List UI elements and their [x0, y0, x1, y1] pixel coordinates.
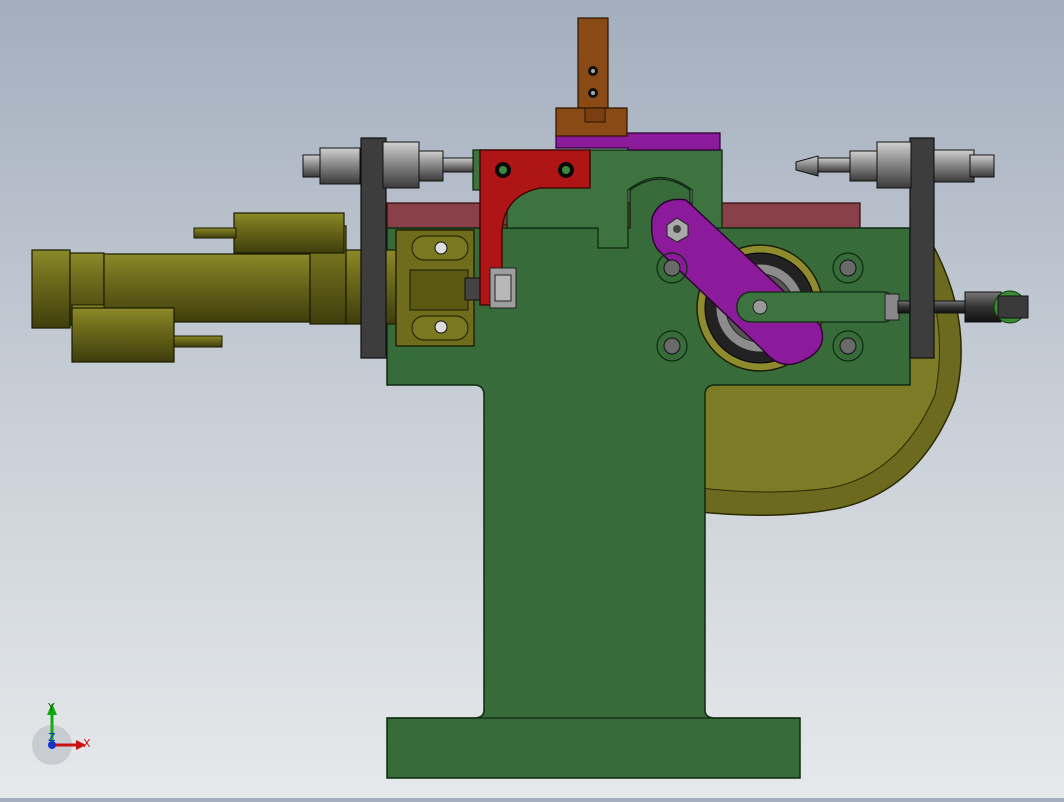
coordinate-triad: Y X Z — [32, 701, 91, 765]
x-axis-label: X — [83, 737, 91, 750]
cylinder-mount — [395, 229, 486, 347]
top-locator-block — [555, 17, 628, 137]
z-axis-label: Z — [48, 731, 56, 744]
cad-viewport[interactable]: Y X Z — [0, 0, 1064, 798]
assembly-drawing: Y X Z — [31, 17, 1029, 779]
y-axis-label: Y — [47, 701, 55, 714]
pull-link — [736, 290, 1029, 324]
pneumatic-cylinder — [31, 212, 397, 363]
